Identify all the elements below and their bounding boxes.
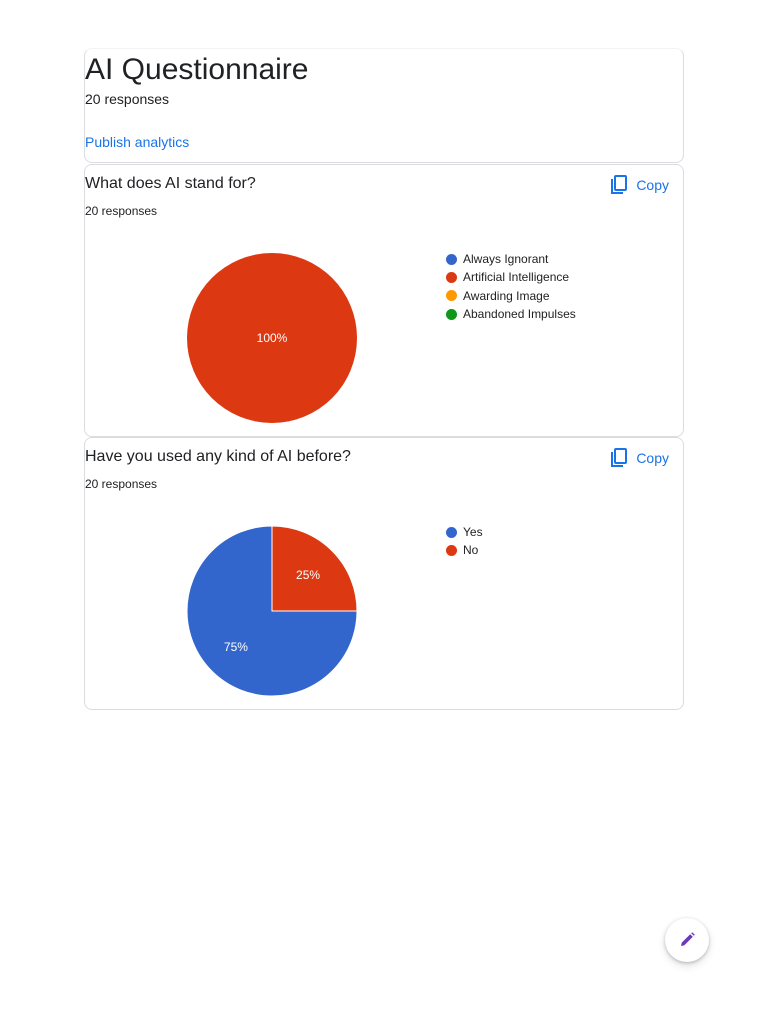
copy-icon [611, 175, 628, 194]
legend-item[interactable]: Yes [446, 523, 483, 541]
publish-analytics-link[interactable]: Publish analytics [85, 134, 189, 150]
pie-chart: 100% [187, 253, 357, 423]
form-title: AI Questionnaire [85, 53, 309, 86]
legend-label: Yes [463, 525, 483, 540]
form-header-card: AI Questionnaire 20 responses Publish an… [84, 48, 684, 163]
legend-label: Always Ignorant [463, 252, 549, 267]
legend-item[interactable]: Always Ignorant [446, 250, 576, 268]
chart-legend: Always Ignorant Artificial Intelligence … [446, 250, 576, 323]
question-card-2: Have you used any kind of AI before? Cop… [84, 437, 684, 710]
copy-label: Copy [636, 450, 669, 466]
pencil-icon [681, 932, 695, 946]
legend-swatch [446, 544, 457, 556]
question-title: Have you used any kind of AI before? [85, 448, 351, 465]
copy-label: Copy [636, 177, 669, 193]
legend-swatch [446, 308, 457, 320]
legend-swatch [446, 271, 457, 283]
legend-item[interactable]: No [446, 541, 483, 559]
legend-label: Abandoned Impulses [463, 307, 576, 322]
page: AI Questionnaire 20 responses Publish an… [0, 0, 768, 1024]
question-card-1: What does AI stand for? Copy 20 response… [84, 164, 684, 437]
copy-icon [611, 448, 628, 467]
chart-legend: Yes No [446, 523, 483, 560]
legend-item[interactable]: Abandoned Impulses [446, 305, 576, 323]
pie-slice-label: 100% [257, 331, 288, 345]
legend-label: Awarding Image [463, 288, 550, 303]
legend-label: No [463, 543, 479, 558]
question-responses: 20 responses [85, 204, 158, 218]
legend-swatch [446, 526, 457, 538]
pie-slice-label: 25% [296, 568, 320, 582]
legend-label: Artificial Intelligence [463, 270, 570, 285]
total-responses: 20 responses [85, 91, 170, 107]
legend-swatch [446, 290, 457, 302]
pie-slice-label: 75% [224, 640, 248, 654]
legend-item[interactable]: Artificial Intelligence [446, 268, 576, 286]
question-responses: 20 responses [85, 477, 158, 491]
pie-chart: 25% 75% [186, 525, 358, 697]
legend-swatch [446, 253, 457, 265]
copy-chart-button[interactable]: Copy [610, 446, 669, 470]
question-title: What does AI stand for? [85, 175, 256, 192]
legend-item[interactable]: Awarding Image [446, 287, 576, 305]
copy-chart-button[interactable]: Copy [610, 173, 669, 197]
edit-form-button[interactable] [665, 918, 709, 962]
